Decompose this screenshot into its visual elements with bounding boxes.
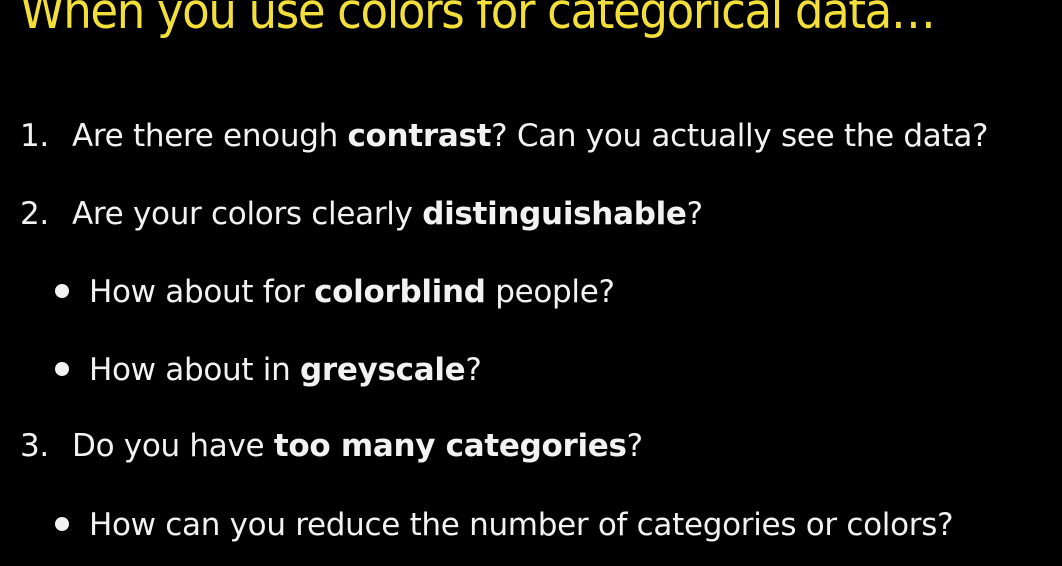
- list-text: people?: [485, 274, 615, 310]
- list-text: ?: [465, 352, 482, 388]
- bullet-icon: [55, 283, 69, 298]
- list-emphasis: too many categories: [273, 428, 627, 464]
- list-number: 3.: [20, 428, 49, 464]
- list-text: ?: [686, 196, 703, 232]
- list-text: Are there enough: [72, 118, 348, 154]
- list-text: Do you have: [72, 428, 274, 464]
- bullet-icon: [55, 516, 69, 531]
- list-text: How about in: [89, 352, 300, 388]
- list-emphasis: contrast: [347, 118, 492, 154]
- list-text: ?: [626, 428, 643, 464]
- list-number: 1.: [20, 118, 49, 154]
- list-text: ? Can you actually see the data?: [491, 118, 989, 154]
- list-text: Are your colors clearly: [72, 196, 423, 232]
- sub-item-reduce-categories: How can you reduce the number of categor…: [55, 505, 954, 545]
- bullet-icon: [55, 361, 69, 376]
- slide-title: When you use colors for categorical data…: [20, 0, 936, 40]
- list-item-too-many-categories: 3. Do you have too many categories?: [20, 426, 643, 466]
- list-emphasis: distinguishable: [422, 196, 687, 232]
- list-item-contrast: 1. Are there enough contrast? Can you act…: [20, 116, 989, 156]
- sub-item-colorblind: How about for colorblind people?: [55, 272, 615, 312]
- list-emphasis: greyscale: [300, 352, 466, 388]
- list-emphasis: colorblind: [314, 274, 486, 310]
- list-number: 2.: [20, 196, 49, 232]
- list-text: How can you reduce the number of categor…: [89, 507, 954, 543]
- list-item-distinguishable: 2. Are your colors clearly distinguishabl…: [20, 194, 703, 234]
- sub-item-greyscale: How about in greyscale?: [55, 350, 482, 390]
- list-text: How about for: [89, 274, 315, 310]
